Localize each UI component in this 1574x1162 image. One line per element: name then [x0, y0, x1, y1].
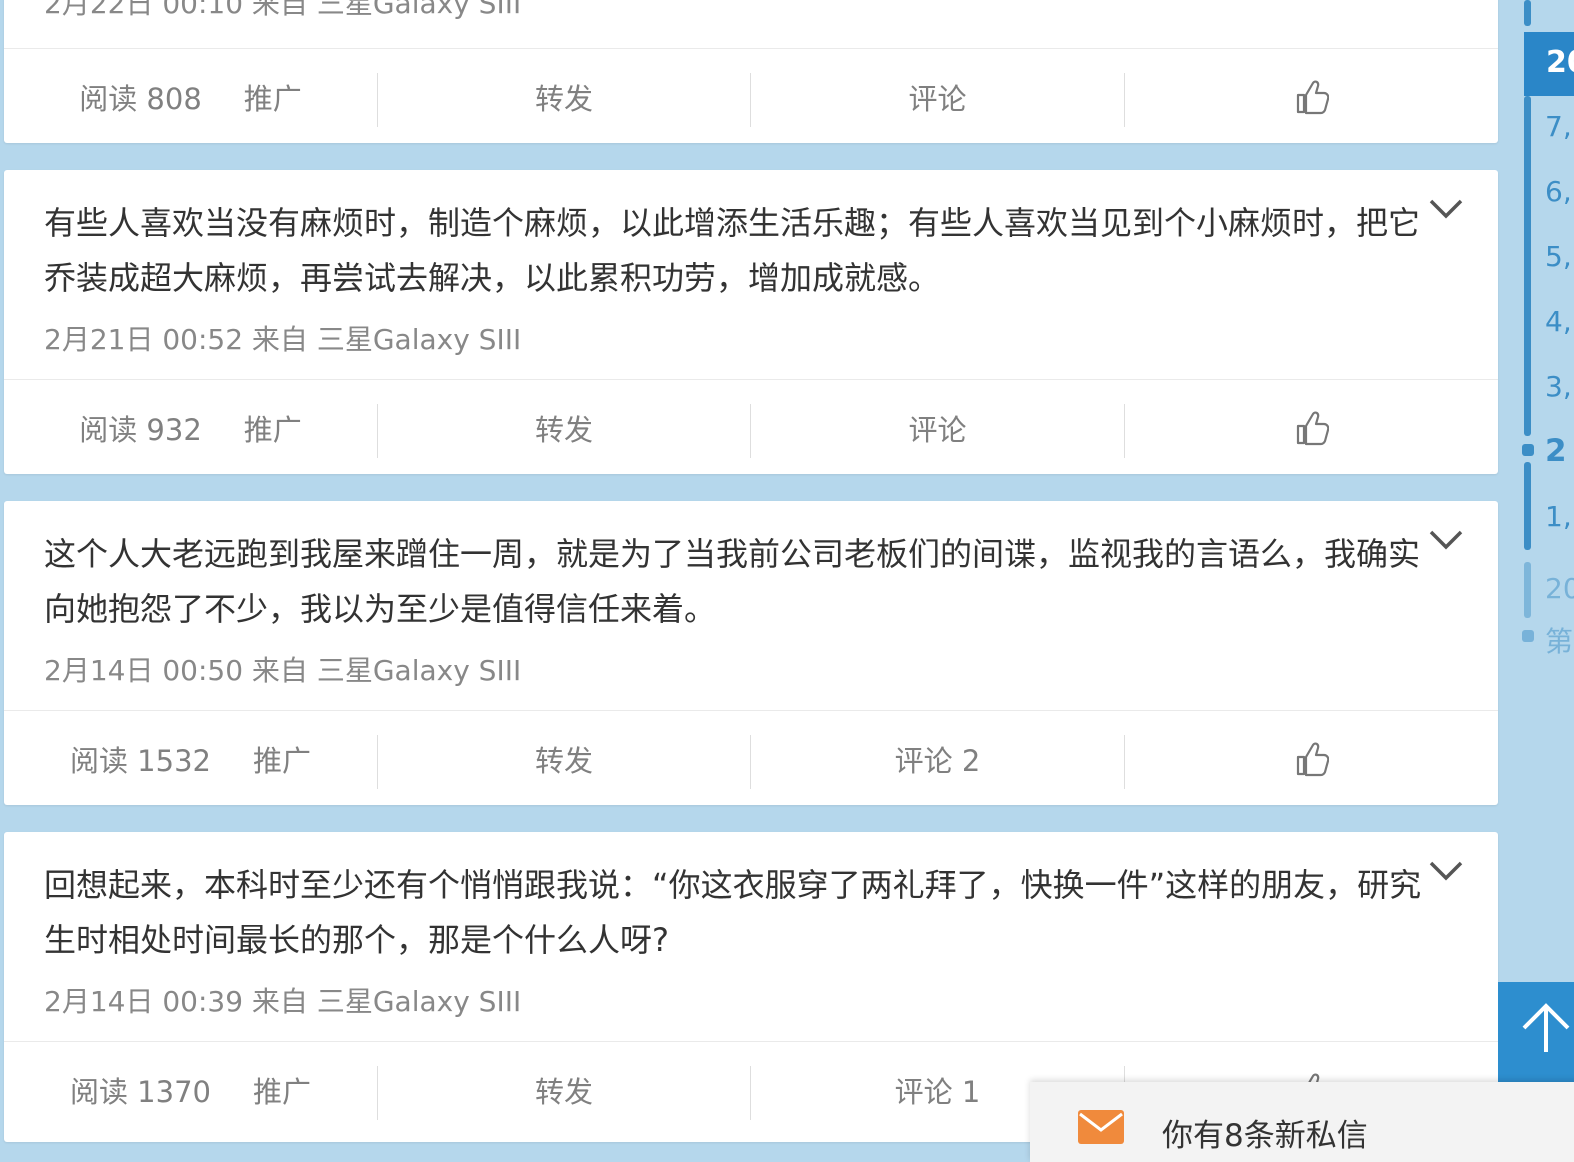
comment-button[interactable]: 评论	[751, 380, 1124, 476]
post-meta: 2月14日 00:50 来自 三星Galaxy SIII	[44, 654, 522, 687]
read-promo-group: 阅读 1532 推广	[4, 711, 377, 807]
timeline-track	[1524, 0, 1531, 26]
timeline-month[interactable]: 4,	[1545, 305, 1572, 338]
action-bar: 阅读 932 推广 转发 评论	[4, 380, 1498, 476]
like-button[interactable]	[1125, 49, 1498, 145]
feed-card: 有些人喜欢当没有麻烦时，制造个麻烦，以此增添生活乐趣；有些人喜欢当见到个小麻烦时…	[4, 170, 1498, 474]
read-promo-group: 阅读 932 推广	[4, 380, 377, 476]
promote-button[interactable]: 推广	[244, 76, 302, 118]
chevron-down-icon[interactable]	[1428, 198, 1464, 220]
chevron-down-icon[interactable]	[1428, 860, 1464, 882]
chevron-down-icon[interactable]	[1428, 529, 1464, 551]
timeline-year[interactable]: 20	[1545, 572, 1574, 605]
message-notification-text: 你有8条新私信	[1162, 1118, 1368, 1154]
like-button[interactable]	[1125, 380, 1498, 476]
timeline-track	[1524, 562, 1531, 618]
timeline-first[interactable]: 第	[1545, 620, 1573, 660]
thumbs-up-icon	[1296, 411, 1329, 446]
read-count: 阅读 808	[79, 82, 202, 116]
timeline-track	[1524, 96, 1531, 436]
envelope-icon	[1078, 1110, 1124, 1144]
read-promo-group: 阅读 1370 推广	[4, 1042, 377, 1138]
post-text: 这个人大老远跑到我屋来蹭住一周，就是为了当我前公司老板们的间谍，监视我的言语么，…	[44, 535, 1421, 628]
timeline-track	[1524, 462, 1531, 550]
timeline-month[interactable]: 5,	[1545, 240, 1572, 273]
back-to-top-button[interactable]	[1498, 982, 1574, 1082]
promote-button[interactable]: 推广	[253, 738, 311, 780]
thumbs-up-icon	[1296, 80, 1329, 115]
feed-card: 2月22日 00:10 来自 三星Galaxy SIII 阅读 808 推广 转…	[4, 0, 1498, 143]
promote-button[interactable]: 推广	[244, 407, 302, 449]
read-count: 阅读 1532	[69, 744, 211, 778]
read-count: 阅读 932	[79, 413, 202, 447]
post-text: 有些人喜欢当没有麻烦时，制造个麻烦，以此增添生活乐趣；有些人喜欢当见到个小麻烦时…	[44, 204, 1421, 297]
action-bar: 阅读 1532 推广 转发 评论 2	[4, 711, 1498, 807]
post-meta: 2月22日 00:10 来自 三星Galaxy SIII	[44, 0, 522, 20]
message-notification[interactable]: 你有8条新私信	[1030, 1082, 1574, 1162]
like-button[interactable]	[1125, 711, 1498, 807]
read-promo-group: 阅读 808 推广	[4, 49, 377, 145]
thumbs-up-icon	[1296, 742, 1329, 777]
feed-card: 这个人大老远跑到我屋来蹭住一周，就是为了当我前公司老板们的间谍，监视我的言语么，…	[4, 501, 1498, 805]
timeline-month-current[interactable]: 2	[1545, 433, 1567, 469]
timeline-month[interactable]: 6,	[1545, 175, 1572, 208]
arrow-up-icon	[1522, 1003, 1570, 1052]
timeline-month[interactable]: 7,	[1545, 110, 1572, 143]
repost-button[interactable]: 转发	[378, 380, 750, 476]
post-meta: 2月21日 00:52 来自 三星Galaxy SIII	[44, 323, 522, 356]
comment-button[interactable]: 评论	[751, 49, 1124, 145]
timeline-month[interactable]: 1,	[1545, 500, 1572, 533]
timeline-dot	[1522, 630, 1534, 642]
timeline-year-active[interactable]: 20	[1524, 32, 1574, 96]
action-bar: 阅读 808 推广 转发 评论	[4, 49, 1498, 145]
post-text: 回想起来，本科时至少还有个悄悄跟我说：“你这衣服穿了两礼拜了，快换一件”这样的朋…	[44, 866, 1422, 959]
read-count: 阅读 1370	[69, 1075, 211, 1109]
timeline-year-label: 20	[1546, 45, 1574, 80]
promote-button[interactable]: 推广	[253, 1069, 311, 1111]
repost-button[interactable]: 转发	[378, 49, 750, 145]
timeline-current-dot	[1522, 444, 1534, 456]
timeline-month[interactable]: 3,	[1545, 370, 1572, 403]
post-meta: 2月14日 00:39 来自 三星Galaxy SIII	[44, 985, 522, 1018]
repost-button[interactable]: 转发	[378, 711, 750, 807]
repost-button[interactable]: 转发	[378, 1042, 750, 1138]
comment-button[interactable]: 评论 2	[751, 711, 1124, 807]
